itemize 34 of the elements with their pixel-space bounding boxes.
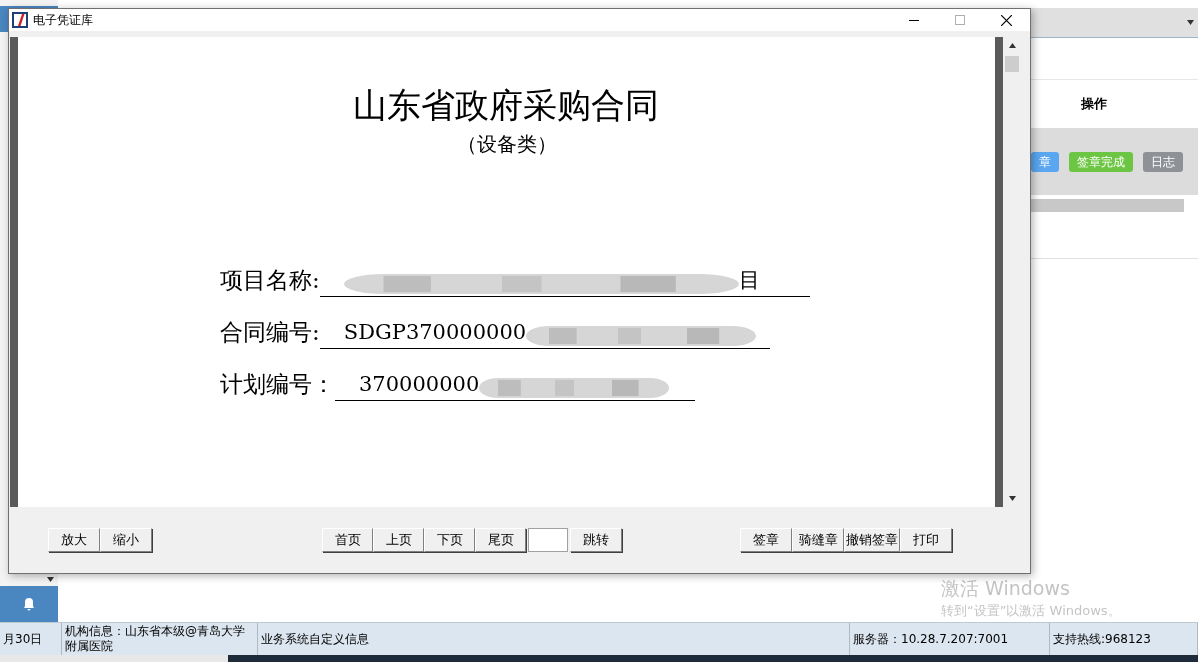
toolbar-button[interactable]: 打印 [900,528,952,552]
activation-text: 转到“设置”以激活 Windows。 [941,602,1121,620]
toolbar-button[interactable]: 签章 [740,528,792,552]
field-label: 项目名称: [220,265,320,295]
toolbar-button[interactable]: 放大 [48,528,100,552]
toolbar-button[interactable]: 缩小 [100,528,152,552]
horizontal-scrollbar[interactable] [1031,198,1184,212]
toolbar-button[interactable]: 跳转 [570,528,622,552]
caret-icon[interactable] [47,576,54,582]
field-value: 370000000 [359,370,480,398]
document-title: 山东省政府采购合同 [352,85,659,125]
scroll-down-icon[interactable] [1008,496,1016,501]
scroll-up-icon[interactable] [1008,43,1016,48]
app-logo-icon [12,12,28,28]
bell-icon [22,597,36,611]
scrollbar-thumb[interactable] [1005,56,1019,72]
activation-title: 激活 Windows [941,577,1071,599]
dropdown-caret-icon[interactable] [1187,20,1194,25]
field-value: SDGP370000000 [343,318,527,346]
toolbar-button[interactable]: 撤销签章 [844,528,900,552]
close-icon[interactable] [1001,14,1012,26]
window-title: 电子凭证库 [33,12,93,29]
notification-button[interactable] [0,586,58,622]
column-header: 操作 [1081,95,1107,114]
toolbar-button[interactable]: 上页 [373,528,424,552]
field-label: 计划编号： [220,369,335,399]
toolbar-button[interactable]: 首页 [322,528,373,552]
field-value: 目 [738,266,760,294]
document-subtitle: （设备类） [456,131,557,158]
toolbar-button[interactable]: 骑缝章 [792,528,844,552]
page-number-input[interactable] [528,528,568,552]
toolbar-button[interactable]: 下页 [424,528,475,552]
toolbar-button[interactable]: 尾页 [475,528,526,552]
field-label: 合同编号: [220,317,320,347]
